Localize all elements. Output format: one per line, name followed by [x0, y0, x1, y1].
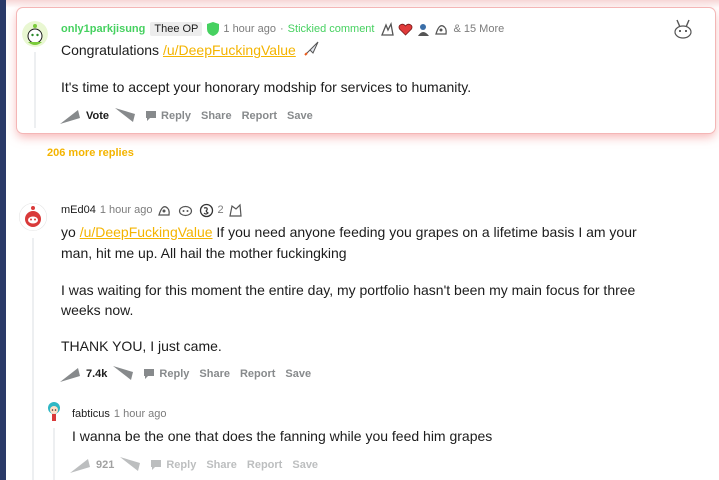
award-icon[interactable] [157, 203, 172, 218]
award-icon[interactable] [228, 203, 243, 218]
upvote-icon[interactable] [58, 106, 82, 126]
avatar[interactable] [22, 21, 48, 47]
save-button[interactable]: Save [287, 110, 313, 122]
username[interactable]: fabticus [72, 408, 110, 420]
thread-line[interactable] [34, 52, 36, 128]
more-replies-link[interactable]: 206 more replies [47, 147, 134, 159]
user-mention-link[interactable]: /u/DeepFuckingValue [163, 42, 296, 58]
vote-count: 921 [96, 459, 115, 471]
comment-icon [151, 460, 162, 470]
award-count: 2 [217, 204, 224, 216]
comment-text: THANK YOU, I just came. [61, 338, 222, 354]
user-flair-emoji [671, 18, 695, 40]
rocket-icon [303, 40, 320, 62]
comment-body: yo /u/DeepFuckingValue If you need anyon… [61, 222, 637, 243]
reply-button[interactable]: Reply [150, 459, 196, 471]
username[interactable]: mEd04 [61, 204, 96, 216]
left-rail [0, 0, 6, 480]
downvote-icon[interactable] [113, 106, 137, 126]
timestamp[interactable]: 1 hour ago [223, 23, 276, 35]
award-icon[interactable] [178, 203, 193, 218]
save-button[interactable]: Save [285, 368, 311, 380]
report-button[interactable]: Report [247, 459, 282, 471]
avatar[interactable] [43, 400, 65, 422]
award-icon[interactable] [416, 22, 431, 37]
bunny-icon [674, 19, 692, 39]
more-awards[interactable]: & 15 More [453, 23, 504, 35]
report-button[interactable]: Report [240, 368, 275, 380]
share-button[interactable]: Share [201, 110, 232, 122]
reply-label: Reply [159, 368, 190, 380]
comment-header: only1parkjisung Thee OP 1 hour ago · Sti… [61, 21, 504, 37]
comment-text: weeks now. [61, 302, 134, 318]
comment-icon [146, 111, 157, 121]
upvote-icon[interactable] [58, 364, 82, 384]
downvote-icon[interactable] [118, 455, 142, 475]
reply-button[interactable]: Reply [143, 368, 189, 380]
comment-header: fabticus 1 hour ago [72, 406, 167, 422]
award-icon[interactable] [199, 203, 214, 218]
downvote-icon[interactable] [111, 364, 135, 384]
comment-text: I wanna be the one that does the fanning… [72, 428, 493, 444]
timestamp[interactable]: 1 hour ago [100, 204, 153, 216]
comment-header: mEd04 1 hour ago 2 [61, 202, 243, 218]
comment-text: It's time to accept your honorary modshi… [61, 79, 472, 95]
separator: · [280, 23, 284, 35]
comment-body: Congratulations /u/DeepFuckingValue [61, 40, 320, 62]
heart-award-icon[interactable] [398, 22, 413, 37]
vote-label: Vote [86, 110, 110, 122]
reply-label: Reply [161, 110, 191, 122]
upvote-icon[interactable] [68, 455, 92, 475]
award-icon[interactable] [380, 21, 395, 37]
share-button[interactable]: Share [206, 459, 237, 471]
comment-actions: 7.4k Reply Share Report Save [58, 364, 311, 384]
award-icon[interactable] [434, 22, 449, 37]
stickied-label: Stickied comment [287, 23, 375, 35]
thread-line[interactable] [53, 428, 55, 480]
user-flair: Thee OP [150, 22, 203, 36]
snoo-avatar-icon [43, 400, 65, 422]
snoo-avatar-icon [22, 21, 48, 47]
avatar[interactable] [19, 203, 47, 231]
reply-label: Reply [166, 459, 197, 471]
reply-button[interactable]: Reply [145, 110, 191, 122]
vote-count: 7.4k [86, 368, 108, 380]
timestamp[interactable]: 1 hour ago [114, 408, 167, 420]
thread-line[interactable] [32, 238, 34, 480]
report-button[interactable]: Report [242, 110, 277, 122]
share-button[interactable]: Share [199, 368, 230, 380]
top-shade [6, 0, 719, 8]
save-button[interactable]: Save [292, 459, 318, 471]
comment-text: man, hit me up. All hail the mother fuck… [61, 245, 347, 261]
comment-text: If you need anyone feeding you grapes on… [212, 224, 637, 240]
comment-actions: Vote Reply Share Report Save [58, 106, 313, 126]
shield-mod-icon [207, 22, 220, 36]
snoo-avatar-icon [19, 203, 47, 231]
user-mention-link[interactable]: /u/DeepFuckingValue [80, 224, 213, 240]
comment-icon [144, 369, 155, 379]
comment-actions: 921 Reply Share Report Save [68, 455, 318, 475]
username[interactable]: only1parkjisung [61, 23, 145, 35]
comment-text: I was waiting for this moment the entire… [61, 282, 636, 298]
comment-text: yo [61, 224, 80, 240]
comment-text: Congratulations [61, 42, 163, 58]
